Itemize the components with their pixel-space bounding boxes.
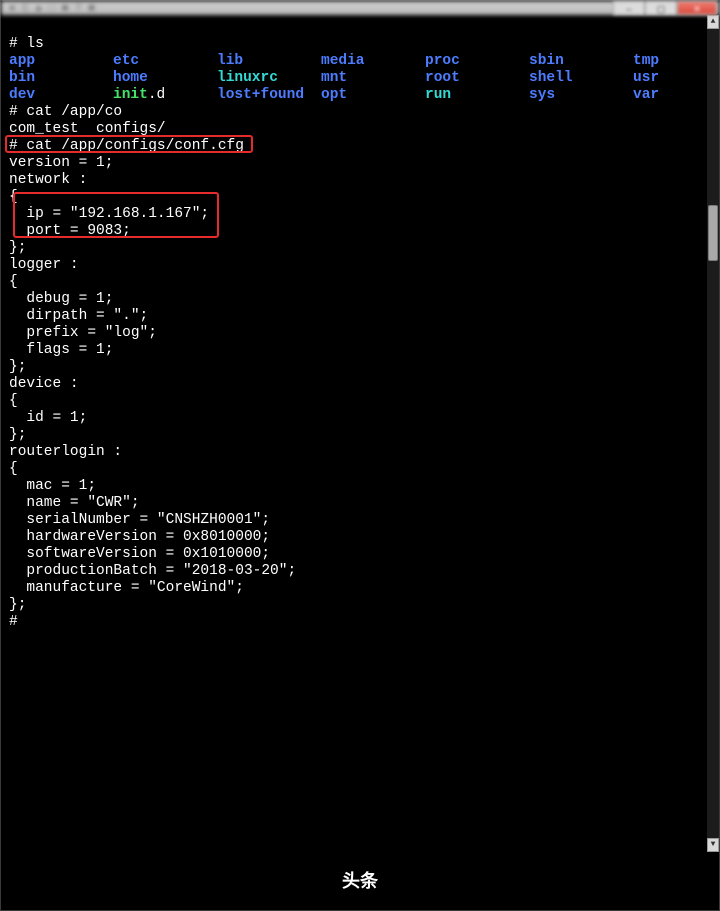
scroll-thumb[interactable] [708,205,718,261]
window-control-buttons: — ▢ ✕ [613,1,717,15]
cfg-brace-open-4: { [9,461,18,477]
dir-sbin: sbin [529,53,633,70]
cfg-brace-open-1: { [9,189,18,205]
cfg-brace-close-1: }; [9,240,26,256]
cfg-brace-open-3: { [9,393,18,409]
cfg-id: id = 1; [9,410,87,426]
window-titlebar[interactable] [1,1,719,15]
footer-bar: 头条 [1,852,719,910]
cfg-swver: softwareVersion = 0x1010000; [9,546,270,562]
dir-root: root [425,70,529,87]
cfg-mac: mac = 1; [9,478,96,494]
cfg-brace-close-2: }; [9,359,26,375]
cfg-serial: serialNumber = "CNSHZH0001"; [9,512,270,528]
dir-app: app [9,53,113,70]
cfg-brace-open-2: { [9,274,18,290]
footer-label: 头条 [342,873,378,890]
dir-lib: lib [217,53,321,70]
cfg-flags: flags = 1; [9,342,113,358]
terminal-window: ● C ▲ □ ■ ? ■ — ▢ ✕ # ls appetclibmediap… [0,0,720,911]
dir-dev: dev [9,87,113,104]
cfg-prefix: prefix = "log"; [9,325,157,341]
dot-d-text: .d [148,87,165,104]
cfg-port: port = 9083; [9,223,131,239]
init-text: init [113,87,148,104]
cfg-logger: logger : [9,257,79,273]
dir-bin: bin [9,70,113,87]
dir-mnt: mnt [321,70,425,87]
link-linuxrc: linuxrc [217,70,321,87]
file-init-d: init.d [113,87,217,104]
ls-row-3: devinit.dlost+foundoptrunsysvar [9,87,703,104]
minimize-button[interactable]: — [613,1,645,15]
cfg-batch: productionBatch = "2018-03-20"; [9,563,296,579]
maximize-button[interactable]: ▢ [645,1,677,15]
ls-row-1: appetclibmediaprocsbintmp [9,53,703,70]
link-run: run [425,87,529,104]
cfg-brace-close-4: }; [9,597,26,613]
line-completions: com_test configs/ [9,121,166,137]
prompt-ls: # ls [9,36,44,52]
cfg-hwver: hardwareVersion = 0x8010000; [9,529,270,545]
cfg-manufacture: manufacture = "CoreWind"; [9,580,244,596]
cfg-name: name = "CWR"; [9,495,140,511]
dir-lostfound: lost+found [217,87,321,104]
cfg-device: device : [9,376,79,392]
dir-etc: etc [113,53,217,70]
prompt-end: # [9,614,18,630]
titlebar-blurred-icons: ● C ▲ □ ■ ? ■ [9,1,95,18]
ls-row-2: binhomelinuxrcmntrootshellusr [9,70,703,87]
dir-shell: shell [529,70,633,87]
dir-home: home [113,70,217,87]
cfg-brace-close-3: }; [9,427,26,443]
cfg-ip: ip = "192.168.1.167"; [9,206,209,222]
scroll-up-button[interactable]: ▲ [707,15,719,29]
close-button[interactable]: ✕ [677,1,717,15]
line-cat-co: # cat /app/co [9,104,122,120]
line-cat-cfg: # cat /app/configs/conf.cfg [9,138,244,154]
cfg-routerlogin: routerlogin : [9,444,122,460]
dir-sys: sys [529,87,633,104]
dir-media: media [321,53,425,70]
dir-proc: proc [425,53,529,70]
scroll-down-button[interactable]: ▼ [707,838,719,852]
cfg-debug: debug = 1; [9,291,113,307]
terminal-output[interactable]: # ls appetclibmediaprocsbintmp binhomeli… [5,17,707,852]
dir-opt: opt [321,87,425,104]
scrollbar-vertical[interactable]: ▲ ▼ [707,15,719,852]
cfg-network: network : [9,172,87,188]
cfg-dirpath: dirpath = "."; [9,308,148,324]
cfg-version: version = 1; [9,155,113,171]
